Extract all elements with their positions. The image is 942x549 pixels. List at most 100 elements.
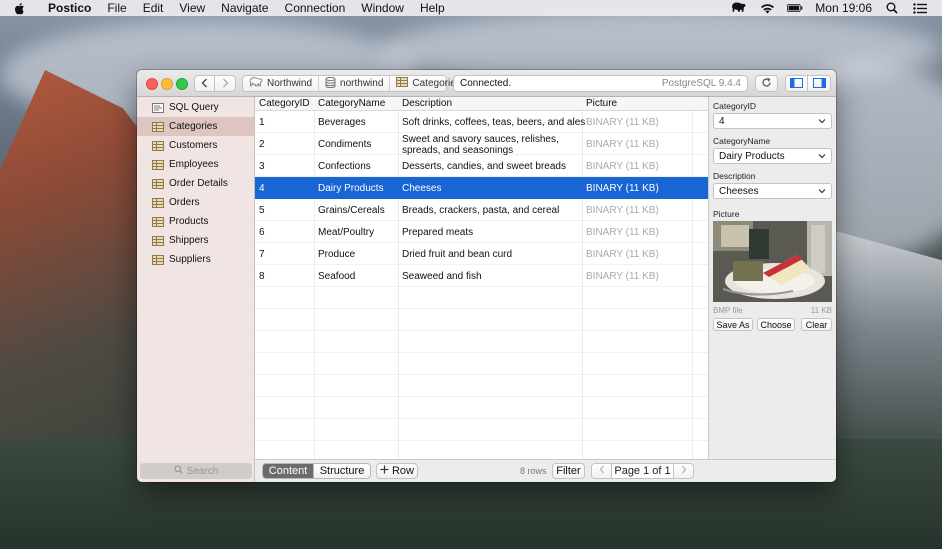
chevron-down-icon bbox=[818, 186, 826, 197]
table-row[interactable]: 2 Condiments Sweet and savory sauces, re… bbox=[255, 133, 708, 156]
cell-categoryname: Grains/Cereals bbox=[318, 205, 385, 216]
connection-status-text: Connected. bbox=[460, 78, 512, 89]
add-row-button[interactable]: Row bbox=[376, 463, 418, 479]
window-zoom-button[interactable] bbox=[176, 78, 188, 90]
column-header-description[interactable]: Description bbox=[402, 98, 452, 109]
refresh-button[interactable] bbox=[755, 75, 778, 92]
cell-categoryid: 7 bbox=[259, 249, 265, 260]
tab-content[interactable]: Content bbox=[263, 464, 314, 478]
table-icon bbox=[152, 197, 164, 208]
elephant-icon[interactable] bbox=[731, 2, 747, 14]
breadcrumb-database[interactable]: northwind bbox=[319, 76, 391, 91]
previous-page-button[interactable] bbox=[592, 464, 612, 478]
table-row[interactable]: 8 Seafood Seaweed and fish BINARY (11 KB… bbox=[255, 265, 708, 287]
cell-categoryid: 8 bbox=[259, 271, 265, 282]
notification-center-icon[interactable] bbox=[912, 2, 928, 14]
spotlight-search-icon[interactable] bbox=[884, 2, 900, 14]
column-header-categoryname[interactable]: CategoryName bbox=[318, 98, 385, 109]
menu-edit[interactable]: Edit bbox=[135, 1, 172, 15]
cell-picture: BINARY (11 KB) bbox=[586, 161, 659, 172]
window-minimize-button[interactable] bbox=[161, 78, 173, 90]
picture-meta: BMP file 11 KB bbox=[713, 306, 832, 315]
categoryname-field[interactable]: Dairy Products bbox=[713, 148, 832, 164]
table-icon bbox=[152, 178, 164, 189]
battery-icon[interactable] bbox=[787, 2, 803, 14]
apple-icon[interactable] bbox=[14, 1, 28, 15]
menu-connection[interactable]: Connection bbox=[277, 1, 354, 15]
sidebar-item-categories[interactable]: Categories bbox=[137, 117, 254, 136]
breadcrumb: Northwind northwind Categories bbox=[242, 75, 461, 92]
table-icon bbox=[152, 159, 164, 170]
cell-picture: BINARY (11 KB) bbox=[586, 139, 659, 150]
sidebar-item-orders[interactable]: Orders bbox=[137, 193, 254, 212]
table-row[interactable]: 6 Meat/Poultry Prepared meats BINARY (11… bbox=[255, 221, 708, 243]
toggle-sidebar-button[interactable] bbox=[785, 75, 808, 92]
empty-row bbox=[255, 375, 708, 397]
menu-help[interactable]: Help bbox=[412, 1, 453, 15]
window-close-button[interactable] bbox=[146, 78, 158, 90]
table-row[interactable]: 7 Produce Dried fruit and bean curd BINA… bbox=[255, 243, 708, 265]
toggle-inspector-button[interactable] bbox=[808, 75, 831, 92]
empty-row bbox=[255, 397, 708, 419]
table-row[interactable]: 5 Grains/Cereals Breads, crackers, pasta… bbox=[255, 199, 708, 221]
cell-categoryname: Produce bbox=[318, 249, 356, 260]
sidebar-item-label: Order Details bbox=[169, 178, 228, 189]
sidebar-item-customers[interactable]: Customers bbox=[137, 136, 254, 155]
empty-row bbox=[255, 441, 708, 459]
tab-structure[interactable]: Structure bbox=[313, 464, 370, 478]
column-header-categoryid[interactable]: CategoryID bbox=[259, 98, 310, 109]
cell-categoryid: 3 bbox=[259, 161, 265, 172]
menu-window[interactable]: Window bbox=[353, 1, 412, 15]
breadcrumb-server-label: Northwind bbox=[267, 78, 313, 89]
table-row-selected[interactable]: 4 Dairy Products Cheeses BINARY (11 KB) bbox=[255, 177, 708, 199]
menu-app-name[interactable]: Postico bbox=[40, 1, 99, 15]
wifi-icon[interactable] bbox=[759, 2, 775, 14]
field-label-picture: Picture bbox=[713, 209, 740, 219]
forward-button[interactable] bbox=[215, 75, 236, 92]
menubar-clock[interactable]: Mon 19:06 bbox=[815, 1, 872, 15]
add-row-label: Row bbox=[391, 465, 414, 477]
cell-categoryid: 4 bbox=[259, 183, 265, 194]
back-button[interactable] bbox=[194, 75, 215, 92]
postico-window: Northwind northwind Categories Connected… bbox=[137, 70, 836, 482]
sidebar-item-suppliers[interactable]: Suppliers bbox=[137, 250, 254, 269]
cell-categoryname: Beverages bbox=[318, 117, 366, 128]
sidebar-item-shippers[interactable]: Shippers bbox=[137, 231, 254, 250]
sidebar-item-products[interactable]: Products bbox=[137, 212, 254, 231]
table-row[interactable]: 3 Confections Desserts, candies, and swe… bbox=[255, 155, 708, 177]
cell-categoryname: Seafood bbox=[318, 271, 356, 282]
bottom-toolbar: Content Structure Row 8 rows Filter Page… bbox=[255, 459, 836, 482]
cell-categoryname: Meat/Poultry bbox=[318, 227, 375, 238]
menu-file[interactable]: File bbox=[99, 1, 134, 15]
breadcrumb-server[interactable]: Northwind bbox=[243, 76, 320, 91]
filter-button[interactable]: Filter bbox=[552, 463, 585, 479]
chevron-left-icon bbox=[599, 465, 605, 477]
cell-categoryname: Condiments bbox=[318, 139, 372, 150]
cell-categoryid: 5 bbox=[259, 205, 265, 216]
sidebar-item-employees[interactable]: Employees bbox=[137, 155, 254, 174]
save-as-button[interactable]: Save As bbox=[713, 318, 753, 331]
cell-description: Prepared meats bbox=[402, 227, 474, 238]
cell-picture: BINARY (11 KB) bbox=[586, 227, 659, 238]
sidebar-item-label: Categories bbox=[169, 121, 218, 132]
menu-view[interactable]: View bbox=[171, 1, 213, 15]
sidebar-item-order-details[interactable]: Order Details bbox=[137, 174, 254, 193]
search-icon bbox=[174, 465, 183, 477]
description-field[interactable]: Cheeses bbox=[713, 183, 832, 199]
menu-navigate[interactable]: Navigate bbox=[213, 1, 276, 15]
next-page-button[interactable] bbox=[673, 464, 693, 478]
sidebar-item-sql-query[interactable]: SQL Query bbox=[137, 98, 254, 117]
field-label-categoryid: CategoryID bbox=[713, 101, 756, 111]
chevron-left-icon bbox=[201, 77, 208, 91]
clear-button[interactable]: Clear bbox=[801, 318, 832, 331]
cell-description: Cheeses bbox=[402, 183, 442, 194]
table-row[interactable]: 1 Beverages Soft drinks, coffees, teas, … bbox=[255, 111, 708, 133]
choose-button[interactable]: Choose bbox=[757, 318, 795, 331]
sidebar-search-input[interactable]: Search bbox=[140, 463, 252, 479]
table-header: CategoryID CategoryName Description Pict… bbox=[255, 97, 708, 111]
cell-description: Seaweed and fish bbox=[402, 271, 482, 282]
categoryid-field[interactable]: 4 bbox=[713, 113, 832, 129]
refresh-icon bbox=[761, 77, 772, 91]
field-label-description: Description bbox=[713, 171, 756, 181]
column-header-picture[interactable]: Picture bbox=[586, 98, 617, 109]
